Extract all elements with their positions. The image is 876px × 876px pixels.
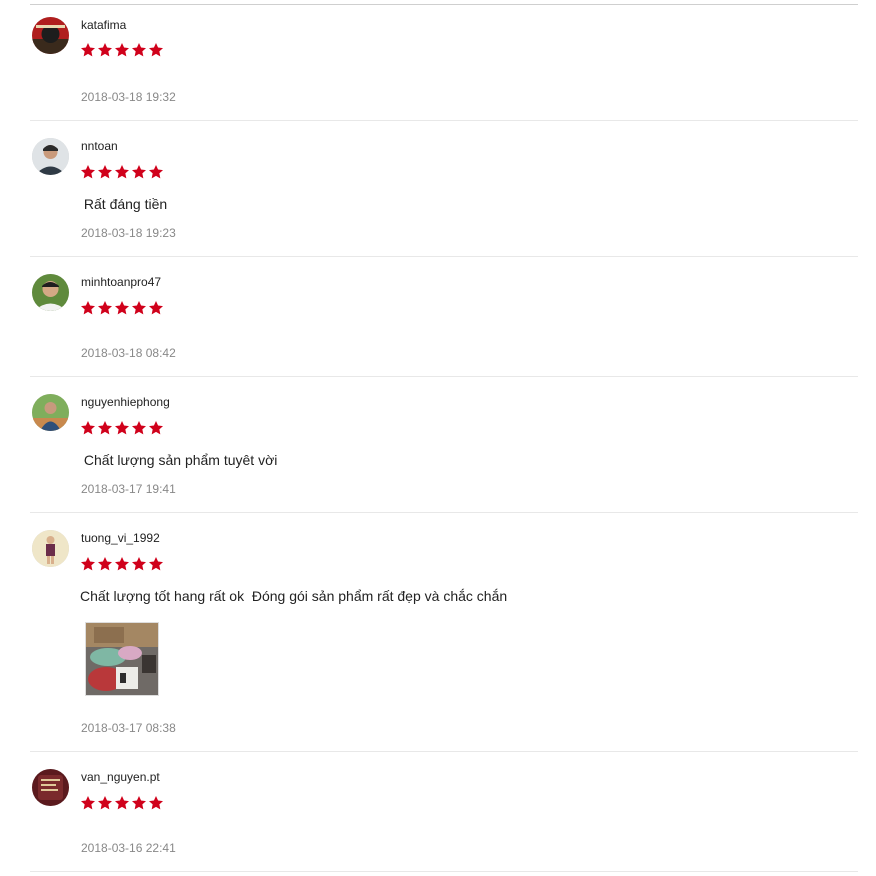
star-icon — [131, 42, 147, 58]
star-icon — [80, 420, 96, 436]
user-avatar[interactable] — [32, 17, 69, 54]
star-icon — [148, 795, 164, 811]
review-date: 2018-03-18 08:42 — [81, 346, 176, 360]
review-item: nguyenhiephong Chất lượng sản phẩm tuyêt… — [30, 377, 858, 513]
review-item: nntoan Rất đáng tiền 2018-03-18 19:23 — [30, 121, 858, 257]
review-item: van_nguyen.pt 2018-03-16 22:41 — [30, 752, 858, 872]
username[interactable]: katafima — [81, 18, 126, 32]
star-icon — [114, 300, 130, 316]
review-item: tuong_vi_1992 Chất lượng tốt hang rất ok… — [30, 513, 858, 752]
review-comment: Rất đáng tiền — [80, 196, 168, 212]
star-rating — [80, 420, 164, 436]
username[interactable]: minhtoanpro47 — [81, 275, 161, 289]
review-date: 2018-03-16 22:41 — [81, 841, 176, 855]
star-icon — [80, 300, 96, 316]
review-item: katafima 2018-03-18 19:32 — [30, 4, 858, 121]
review-date: 2018-03-18 19:23 — [81, 226, 176, 240]
star-icon — [97, 42, 113, 58]
star-icon — [80, 556, 96, 572]
review-comment: Chất lượng sản phẩm tuyêt vời — [80, 452, 278, 468]
star-icon — [131, 556, 147, 572]
star-icon — [148, 556, 164, 572]
star-icon — [97, 795, 113, 811]
user-avatar[interactable] — [32, 769, 69, 806]
star-icon — [148, 300, 164, 316]
star-icon — [148, 420, 164, 436]
star-rating — [80, 42, 164, 58]
star-icon — [114, 164, 130, 180]
star-icon — [97, 164, 113, 180]
star-icon — [114, 795, 130, 811]
star-icon — [97, 300, 113, 316]
user-avatar[interactable] — [32, 138, 69, 175]
username[interactable]: nntoan — [81, 139, 118, 153]
review-comment: Chất lượng tốt hang rất ok Đóng gói sản … — [80, 588, 508, 604]
user-avatar[interactable] — [32, 274, 69, 311]
star-icon — [131, 164, 147, 180]
star-icon — [148, 164, 164, 180]
star-icon — [131, 795, 147, 811]
star-icon — [97, 420, 113, 436]
star-icon — [131, 420, 147, 436]
star-icon — [80, 164, 96, 180]
review-date: 2018-03-18 19:32 — [81, 90, 176, 104]
username[interactable]: van_nguyen.pt — [81, 770, 160, 784]
star-icon — [148, 42, 164, 58]
review-item: minhtoanpro47 2018-03-18 08:42 — [30, 257, 858, 377]
username[interactable]: tuong_vi_1992 — [81, 531, 160, 545]
user-avatar[interactable] — [32, 394, 69, 431]
username[interactable]: nguyenhiephong — [81, 395, 170, 409]
star-icon — [114, 556, 130, 572]
star-icon — [131, 300, 147, 316]
star-icon — [97, 556, 113, 572]
star-icon — [80, 42, 96, 58]
review-date: 2018-03-17 08:38 — [81, 721, 176, 735]
star-rating — [80, 300, 164, 316]
star-rating — [80, 164, 164, 180]
review-date: 2018-03-17 19:41 — [81, 482, 176, 496]
star-rating — [80, 556, 164, 572]
star-icon — [114, 420, 130, 436]
star-icon — [114, 42, 130, 58]
review-photo[interactable] — [85, 622, 159, 696]
star-rating — [80, 795, 164, 811]
star-icon — [80, 795, 96, 811]
user-avatar[interactable] — [32, 530, 69, 567]
